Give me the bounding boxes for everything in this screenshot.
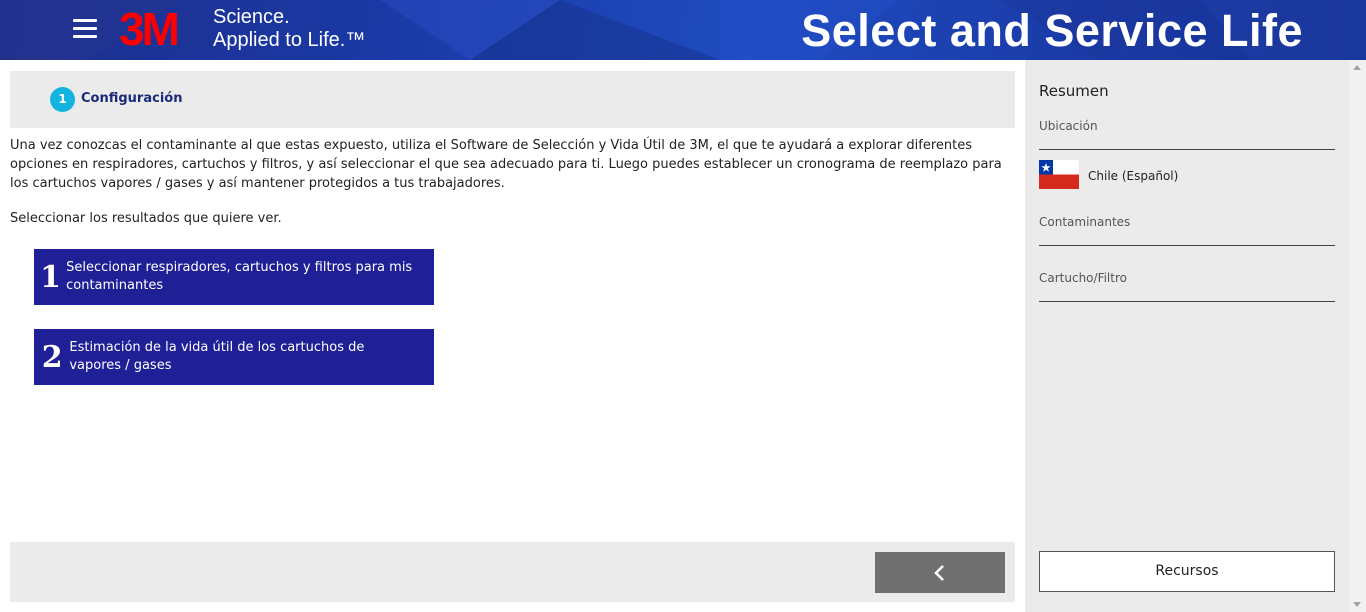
- back-button[interactable]: [875, 552, 1005, 593]
- brand-tagline: Science. Applied to Life.™: [213, 6, 365, 52]
- step-number-badge: 1: [50, 87, 75, 112]
- app-header: 3M Science. Applied to Life.™ Select and…: [0, 0, 1366, 60]
- divider: [1039, 149, 1335, 150]
- step-label: Configuración: [81, 91, 183, 106]
- navigation-footer: [10, 542, 1015, 602]
- option-number: 1: [40, 259, 61, 295]
- resources-button[interactable]: Recursos: [1039, 551, 1335, 592]
- 3m-logo: 3M: [119, 3, 180, 55]
- main-content: 1 Configuración Una vez conozcas el cont…: [0, 60, 1025, 612]
- step-indicator: 1 Configuración: [10, 71, 1015, 128]
- tagline-line-1: Science.: [213, 6, 290, 28]
- select-prompt: Seleccionar los resultados que quiere ve…: [10, 211, 282, 226]
- cartridge-filter-label: Cartucho/Filtro: [1039, 271, 1127, 285]
- tagline-line-2: Applied to Life.™: [213, 29, 366, 51]
- summary-title: Resumen: [1039, 82, 1109, 100]
- intro-text: Una vez conozcas el contaminante al que …: [10, 138, 1002, 191]
- option-label: Seleccionar respiradores, cartuchos y fi…: [66, 260, 413, 293]
- menu-button[interactable]: [73, 19, 97, 39]
- summary-sidebar: Resumen Ubicación Chile (Español) Contam…: [1025, 60, 1349, 612]
- scroll-up-arrow-icon[interactable]: [1353, 65, 1361, 70]
- scroll-down-arrow-icon[interactable]: [1353, 602, 1361, 607]
- chevron-left-icon: [934, 564, 944, 581]
- option-number: 2: [41, 339, 63, 375]
- selected-country: Chile (Español): [1088, 169, 1179, 183]
- app-title: Select and Service Life: [801, 5, 1303, 56]
- divider: [1039, 301, 1335, 302]
- hamburger-icon: [73, 19, 97, 22]
- option-label: Estimación de la vida útil de los cartuc…: [69, 340, 365, 373]
- option-service-life-button[interactable]: 2 Estimación de la vida útil de los cart…: [34, 329, 434, 385]
- location-label: Ubicación: [1039, 119, 1098, 133]
- option-select-respirators-button[interactable]: 1 Seleccionar respiradores, cartuchos y …: [34, 249, 434, 305]
- chile-flag-icon: [1039, 160, 1079, 189]
- vertical-scrollbar[interactable]: [1349, 60, 1366, 612]
- contaminants-label: Contaminantes: [1039, 215, 1131, 229]
- divider: [1039, 245, 1335, 246]
